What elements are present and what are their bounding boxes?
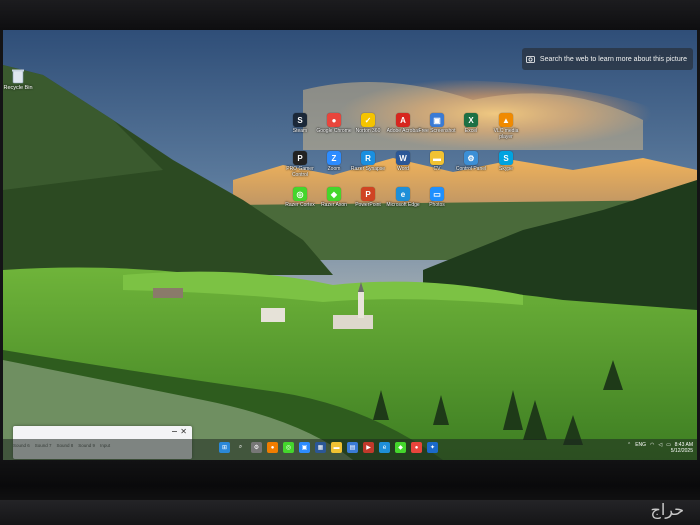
desktop-shortcut-label: Free Screenshot <box>418 128 456 134</box>
desktop-shortcut[interactable]: ▭ Photos <box>422 187 452 208</box>
recycle-bin-shortcut[interactable]: Recycle Bin <box>3 68 33 91</box>
taskbar-chrome-icon[interactable]: ● <box>411 442 422 453</box>
watermark-logo: حراج <box>650 500 685 519</box>
laptop-base <box>0 500 700 525</box>
taskbar-app-blue-icon[interactable]: ▣ <box>299 442 310 453</box>
camera-icon <box>526 54 536 64</box>
desktop-shortcut-label: Razer Cortex <box>285 202 315 208</box>
wallpaper <box>3 30 697 460</box>
desktop-shortcut[interactable]: P PowerPoint <box>353 187 383 208</box>
desktop-shortcut-label: CV <box>433 166 441 172</box>
taskbar-search-icon[interactable]: ⌕ <box>235 442 246 453</box>
desktop-shortcut-label: Zoom <box>327 166 341 172</box>
app-icon: P <box>361 187 375 201</box>
taskbar-media-icon[interactable]: ▶ <box>363 442 374 453</box>
app-icon: R <box>361 151 375 165</box>
desktop-shortcut-label: Steam <box>292 128 308 134</box>
taskbar-store-icon[interactable]: ▤ <box>347 442 358 453</box>
taskbar-edge-icon[interactable]: e <box>379 442 390 453</box>
desktop-shortcut-label: PowerPoint <box>355 202 381 208</box>
taskbar-razer-icon[interactable]: ◆ <box>395 442 406 453</box>
desktop-shortcut-label: Word <box>397 166 409 172</box>
desktop-shortcut-label: Photos <box>429 202 445 208</box>
app-icon: ◎ <box>293 187 307 201</box>
desktop-shortcut[interactable]: ✓ Norton 360 <box>353 113 383 134</box>
desktop-shortcut[interactable]: S Steam <box>285 113 315 134</box>
wifi-icon[interactable]: ◠ <box>650 442 654 448</box>
desktop-shortcut-label: Skype <box>499 166 513 172</box>
app-icon: ✓ <box>361 113 375 127</box>
taskbar-start-icon[interactable]: ⊞ <box>219 442 230 453</box>
taskbar: ⊞ ⌕ ⚙ ● ◎ ▣ ▦ ▬ ▤ ▶ e ◆ ● ✦ ⌃ ENG ◠ ◁ ▭ 8:43 AM 5/12/… <box>3 439 697 460</box>
desktop-shortcut[interactable]: ⚙ Control Panel <box>456 151 486 172</box>
app-icon: ▭ <box>430 187 444 201</box>
tray-language[interactable]: ENG <box>635 442 646 448</box>
desktop-shortcut-label: Adobe Acrobat <box>386 128 420 134</box>
desktop-shortcut[interactable]: ▬ CV <box>422 151 452 172</box>
desktop-screen: Search the web to learn more about this … <box>3 30 697 460</box>
app-icon: W <box>396 151 410 165</box>
taskbar-app-green-icon[interactable]: ◎ <box>283 442 294 453</box>
desktop-shortcut[interactable]: P PRO Gamer Control <box>285 151 315 178</box>
taskbar-games-icon[interactable]: ✦ <box>427 442 438 453</box>
app-icon: ● <box>327 113 341 127</box>
desktop-shortcut-label: Norton 360 <box>355 128 381 134</box>
desktop-shortcut[interactable]: A Adobe Acrobat <box>387 113 419 134</box>
taskbar-apps: ⊞ ⌕ ⚙ ● ◎ ▣ ▦ ▬ ▤ ▶ e ◆ ● ✦ <box>219 442 438 453</box>
app-icon: X <box>464 113 478 127</box>
monitor-bezel-top <box>0 0 700 30</box>
desktop-shortcut[interactable]: Z Zoom <box>319 151 349 172</box>
app-icon: e <box>396 187 410 201</box>
desktop-shortcut-label: Razer Axon <box>321 202 347 208</box>
app-icon: ◆ <box>327 187 341 201</box>
recycle-bin-icon <box>11 68 25 84</box>
desktop-shortcut-label: PRO Gamer Control <box>286 166 314 178</box>
desktop-shortcut[interactable]: X Excel <box>456 113 486 134</box>
app-icon: S <box>499 151 513 165</box>
desktop-shortcut[interactable]: ◆ Razer Axon <box>319 187 349 208</box>
system-tray: ⌃ ENG ◠ ◁ ▭ <box>627 442 671 448</box>
clock-date: 5/12/2025 <box>670 448 693 454</box>
app-icon: ▲ <box>499 113 513 127</box>
taskbar-explorer-icon[interactable]: ▬ <box>331 442 342 453</box>
app-icon: A <box>396 113 410 127</box>
desktop-shortcut[interactable]: S Skype <box>491 151 521 172</box>
taskbar-clock[interactable]: 8:43 AM 5/12/2025 <box>671 442 693 454</box>
desktop-shortcut-label: Excel <box>464 128 478 134</box>
chevron-up-icon[interactable]: ⌃ <box>627 442 631 448</box>
desktop-shortcut[interactable]: e Microsoft Edge <box>386 187 420 208</box>
desktop-shortcut[interactable]: ● Google Chrome <box>316 113 352 134</box>
taskbar-calendar-icon[interactable]: ▦ <box>315 442 326 453</box>
desktop-shortcut-label: Control Panel <box>455 166 487 172</box>
app-icon: Z <box>327 151 341 165</box>
desktop-shortcut-label: Microsoft Edge <box>386 202 420 208</box>
taskbar-app-orange-icon[interactable]: ● <box>267 442 278 453</box>
app-icon: ▣ <box>430 113 444 127</box>
taskbar-settings-icon[interactable]: ⚙ <box>251 442 262 453</box>
volume-icon[interactable]: ◁ <box>658 442 662 448</box>
desktop-shortcut[interactable]: ▣ Free Screenshot <box>419 113 455 134</box>
app-icon: ⚙ <box>464 151 478 165</box>
desktop-shortcut[interactable]: ▲ VLC media player <box>491 113 521 140</box>
desktop-shortcut[interactable]: ◎ Razer Cortex <box>285 187 315 208</box>
desktop-shortcut[interactable]: R Razer Synapse <box>351 151 385 172</box>
app-icon: S <box>293 113 307 127</box>
search-chip-label: Search the web to learn more about this … <box>539 55 687 63</box>
close-icon[interactable]: ✕ <box>180 427 187 436</box>
recycle-bin-label: Recycle Bin <box>3 85 33 91</box>
minimize-icon[interactable] <box>172 431 177 432</box>
desktop-shortcut[interactable]: W Word <box>388 151 418 172</box>
app-icon: ▬ <box>430 151 444 165</box>
wallpaper-search-chip[interactable]: Search the web to learn more about this … <box>521 48 693 70</box>
desktop-shortcut-label: Razer Synapse <box>350 166 386 172</box>
app-icon: P <box>293 151 307 165</box>
desktop-shortcut-label: VLC media player <box>493 128 519 140</box>
desktop-shortcut-label: Google Chrome <box>316 128 352 134</box>
